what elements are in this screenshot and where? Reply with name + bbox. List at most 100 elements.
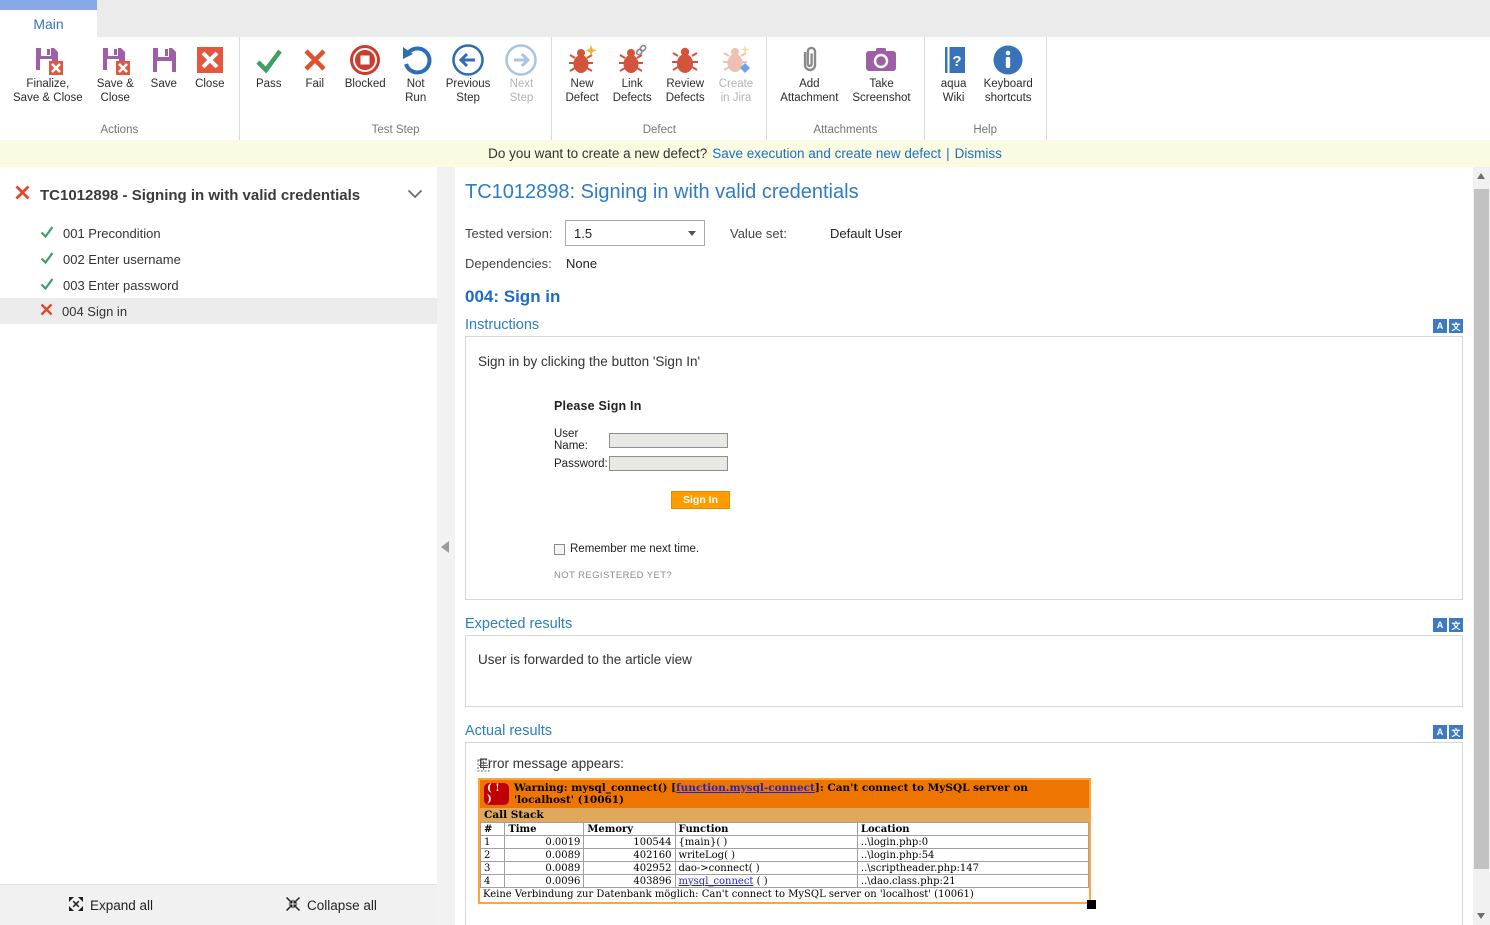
take-screenshot-button[interactable]: Take Screenshot: [845, 41, 917, 107]
tab-main[interactable]: Main: [0, 0, 97, 37]
check-icon: [40, 278, 54, 293]
instructions-text: Sign in by clicking the button 'Sign In': [478, 354, 1450, 369]
collapse-all-label: Collapse all: [307, 898, 377, 913]
actual-results-section-label: Actual results: [465, 723, 552, 739]
execution-detail-panel: TC1012898: Signing in with valid credent…: [455, 167, 1473, 925]
dependencies-label: Dependencies:: [465, 256, 565, 271]
fail-button[interactable]: Fail: [292, 41, 338, 94]
sidebar-step-003-enter-password[interactable]: 003 Enter password: [0, 272, 437, 298]
remember-me-label: Remember me next time.: [570, 543, 699, 555]
aqua-wiki-button[interactable]: ? aqua Wiki: [931, 41, 977, 107]
ribbon-group-label: Defect: [558, 122, 760, 140]
new-defect-button[interactable]: New Defect: [558, 41, 605, 107]
bug-icon: [669, 43, 701, 77]
wiki-book-icon: ?: [938, 43, 970, 77]
add-attachment-button[interactable]: Add Attachment: [773, 41, 845, 107]
ribbon-group-label: Attachments: [773, 122, 917, 140]
undo-arrow-icon: [400, 43, 432, 77]
next-step-button[interactable]: Next Step: [497, 41, 545, 107]
call-stack-table: # Time Memory Function Location 10.0019 …: [480, 822, 1089, 888]
review-defects-button[interactable]: Review Defects: [659, 41, 712, 107]
fail-x-icon: [14, 184, 31, 206]
ribbon-toolbar: Finalize, Save & Close Save & Close Save…: [0, 37, 1490, 140]
translate-a-icon: A: [1433, 319, 1447, 333]
warning-text-prefix: Warning: mysql_connect() [: [514, 782, 676, 794]
save-and-close-button[interactable]: Save & Close: [90, 41, 141, 107]
sidebar-test-case-header[interactable]: TC1012898 - Signing in with valid creden…: [0, 167, 437, 220]
create-in-jira-button[interactable]: Create in Jira: [712, 41, 761, 107]
translate-lang-icon: 文: [1449, 725, 1463, 739]
sidebar-step-004-sign-in[interactable]: 004 Sign in: [0, 298, 437, 324]
actual-results-text: Error message appears:: [479, 756, 624, 771]
username-label: User Name:: [554, 428, 607, 452]
current-step-heading: 004: Sign in: [465, 287, 1463, 307]
chevron-down-icon[interactable]: [407, 186, 423, 204]
save-and-create-defect-link[interactable]: Save execution and create new defect: [712, 146, 941, 161]
notification-separator: |: [946, 146, 950, 161]
blocked-button[interactable]: Blocked: [338, 41, 393, 94]
image-resize-handle[interactable]: [1087, 900, 1096, 909]
finalize-save-close-button[interactable]: Finalize, Save & Close: [6, 41, 90, 107]
collapse-sidebar-arrow-icon[interactable]: [441, 541, 449, 553]
check-icon: [253, 43, 285, 77]
bug-new-icon: [566, 43, 598, 77]
tested-version-dropdown[interactable]: 1.5: [565, 220, 705, 246]
not-registered-text: NOT REGISTERED YET?: [554, 570, 814, 581]
collapse-all-button[interactable]: Collapse all: [286, 897, 377, 914]
ribbon-group-help: ? aqua Wiki Keyboard shortcuts Help: [925, 37, 1047, 140]
save-button[interactable]: Save: [141, 41, 187, 94]
table-row: 40.0096 403896 mysql_connect ( ) ..\dao.…: [481, 875, 1089, 888]
signin-form-screenshot[interactable]: Please Sign In User Name: Password: Sign…: [554, 399, 814, 581]
translate-button[interactable]: A 文: [1433, 618, 1463, 632]
expand-all-button[interactable]: Expand all: [69, 897, 153, 914]
error-screenshot-image[interactable]: ( ! ) Warning: mysql_connect() [function…: [478, 778, 1091, 904]
sidebar-splitter[interactable]: [437, 167, 455, 925]
dismiss-link[interactable]: Dismiss: [955, 146, 1002, 161]
table-row: 30.0089 402952dao->connect( ) ..\scripth…: [481, 862, 1089, 875]
mysql-connect-doc-link: function.mysql-connect: [676, 782, 815, 794]
link-defects-button[interactable]: Link Defects: [606, 41, 659, 107]
error-footer-text: Keine Verbindung zur Datenbank möglich: …: [480, 888, 1089, 902]
bug-jira-icon: [720, 43, 752, 77]
expected-results-box[interactable]: User is forwarded to the article view: [465, 635, 1463, 707]
close-button[interactable]: Close: [187, 41, 233, 94]
expected-results-text: User is forwarded to the article view: [478, 652, 1450, 667]
step-label: 001 Precondition: [63, 226, 161, 241]
notification-question: Do you want to create a new defect?: [488, 146, 707, 161]
sign-in-button: Sign In: [671, 491, 730, 509]
tested-version-value: 1.5: [574, 226, 592, 241]
sidebar-step-001-precondition[interactable]: 001 Precondition: [0, 220, 437, 246]
mysql-connect-link: mysql_connect: [679, 876, 754, 887]
username-field: [609, 433, 728, 448]
sidebar-step-002-enter-username[interactable]: 002 Enter username: [0, 246, 437, 272]
scrollbar-thumb[interactable]: [1474, 189, 1489, 869]
test-case-title: TC1012898 - Signing in with valid creden…: [40, 187, 398, 204]
actual-results-box[interactable]: Error message appears: ( ! ) Warning: my…: [465, 742, 1463, 925]
vertical-scrollbar[interactable]: [1473, 167, 1490, 925]
x-icon: [299, 43, 331, 77]
ribbon-group-actions: Finalize, Save & Close Save & Close Save…: [0, 37, 240, 140]
keyboard-shortcuts-button[interactable]: Keyboard shortcuts: [977, 41, 1040, 107]
test-steps-sidebar: TC1012898 - Signing in with valid creden…: [0, 167, 437, 925]
col-header: Memory: [584, 823, 675, 836]
scroll-down-arrow-icon[interactable]: [1477, 913, 1485, 919]
scroll-up-arrow-icon[interactable]: [1477, 173, 1485, 179]
info-icon: [991, 43, 1025, 77]
arrow-left-circle-icon: [451, 43, 485, 77]
translate-button[interactable]: A 文: [1433, 725, 1463, 739]
step-label: 002 Enter username: [63, 252, 181, 267]
call-stack-header: Call Stack: [480, 808, 1089, 822]
translate-lang-icon: 文: [1449, 618, 1463, 632]
table-row: 20.0089 402160writeLog( ) ..\login.php:5…: [481, 849, 1089, 862]
pass-button[interactable]: Pass: [246, 41, 292, 94]
translate-button[interactable]: A 文: [1433, 319, 1463, 333]
save-close-icon: [99, 43, 131, 77]
stop-icon: [348, 43, 382, 77]
not-run-button[interactable]: Not Run: [393, 41, 439, 107]
tested-version-label: Tested version:: [465, 226, 565, 241]
dependencies-value: None: [566, 256, 597, 271]
fail-x-icon: [40, 303, 53, 319]
previous-step-button[interactable]: Previous Step: [439, 41, 498, 107]
col-header: #: [481, 823, 505, 836]
actual-results-text-line: Error message appears:: [478, 756, 1450, 771]
